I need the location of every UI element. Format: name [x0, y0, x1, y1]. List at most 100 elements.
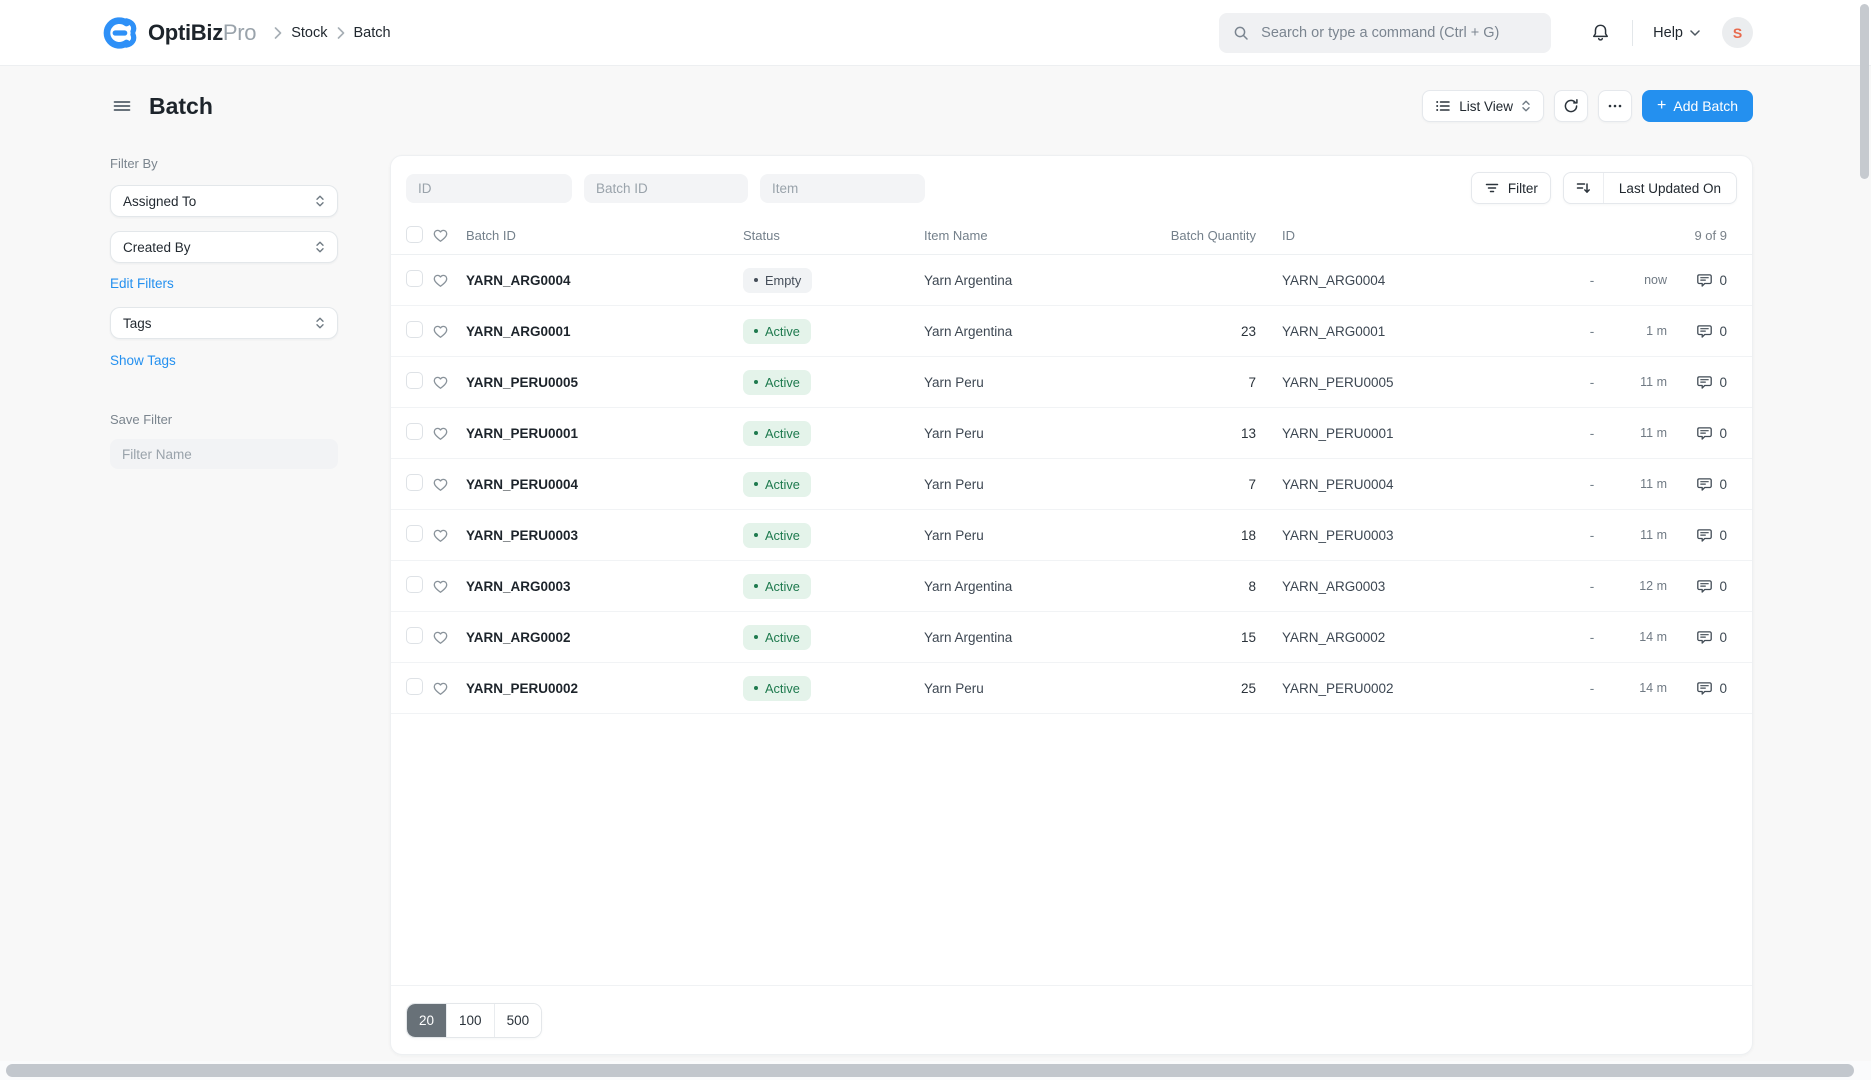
status-label: Active: [765, 477, 800, 492]
page-length-option[interactable]: 500: [495, 1004, 542, 1037]
select-caret-icon: [315, 240, 325, 254]
sidebar-toggle-button[interactable]: [110, 94, 134, 118]
add-batch-button[interactable]: + Add Batch: [1642, 90, 1753, 122]
page-title: Batch: [149, 93, 213, 120]
assignment-placeholder: -: [1577, 528, 1607, 543]
user-avatar[interactable]: S: [1722, 17, 1753, 48]
batch-id-filter-input[interactable]: [584, 174, 748, 203]
batch-id-link[interactable]: YARN_PERU0004: [466, 477, 736, 492]
row-checkbox[interactable]: [406, 474, 423, 491]
view-switcher-button[interactable]: List View: [1422, 90, 1544, 122]
assignment-placeholder: -: [1577, 426, 1607, 441]
heart-icon: [432, 476, 449, 493]
batch-id-link[interactable]: YARN_ARG0003: [466, 579, 736, 594]
filter-name-input[interactable]: [110, 439, 338, 469]
notifications-button[interactable]: [1587, 19, 1614, 46]
sort-field-button[interactable]: Last Updated On: [1604, 173, 1736, 203]
like-button[interactable]: [432, 425, 466, 442]
last-modified-time: 12 m: [1607, 579, 1667, 593]
show-tags-link[interactable]: Show Tags: [110, 353, 176, 368]
more-actions-button[interactable]: [1598, 90, 1632, 122]
avatar-initial: S: [1733, 25, 1742, 41]
row-checkbox[interactable]: [406, 525, 423, 542]
tags-select[interactable]: Tags: [110, 307, 338, 339]
comment-icon: [1696, 578, 1713, 595]
row-checkbox[interactable]: [406, 678, 423, 695]
item-name-cell: Yarn Peru: [916, 681, 1156, 696]
comment-icon: [1696, 374, 1713, 391]
row-checkbox[interactable]: [406, 423, 423, 440]
batch-id-link[interactable]: YARN_PERU0002: [466, 681, 736, 696]
status-label: Active: [765, 681, 800, 696]
like-button[interactable]: [432, 680, 466, 697]
table-row[interactable]: YARN_ARG0004 Empty Yarn Argentina YARN_A…: [391, 255, 1752, 306]
sort-direction-button[interactable]: [1564, 173, 1604, 203]
brand-logo[interactable]: OptiBizPro: [100, 14, 256, 52]
batch-id-link[interactable]: YARN_ARG0002: [466, 630, 736, 645]
row-checkbox[interactable]: [406, 576, 423, 593]
batch-quantity-cell: 13: [1156, 426, 1256, 441]
status-label: Active: [765, 426, 800, 441]
table-row[interactable]: YARN_PERU0001 Active Yarn Peru 13 YARN_P…: [391, 408, 1752, 459]
filter-button[interactable]: Filter: [1471, 172, 1551, 204]
status-badge: Active: [743, 676, 811, 701]
page-length-option[interactable]: 20: [407, 1004, 447, 1037]
created-by-select[interactable]: Created By: [110, 231, 338, 263]
table-row[interactable]: YARN_ARG0001 Active Yarn Argentina 23 YA…: [391, 306, 1752, 357]
help-menu[interactable]: Help: [1651, 21, 1702, 45]
id-cell: YARN_PERU0003: [1282, 528, 1432, 543]
like-button[interactable]: [432, 578, 466, 595]
batch-id-link[interactable]: YARN_ARG0001: [466, 324, 736, 339]
item-filter-input[interactable]: [760, 174, 925, 203]
batch-id-link[interactable]: YARN_PERU0005: [466, 375, 736, 390]
id-filter-input[interactable]: [406, 174, 572, 203]
like-button[interactable]: [432, 323, 466, 340]
like-button[interactable]: [432, 374, 466, 391]
like-button[interactable]: [432, 272, 466, 289]
page-length-option[interactable]: 100: [447, 1004, 495, 1037]
breadcrumb-item-batch[interactable]: Batch: [354, 25, 391, 41]
table-row[interactable]: YARN_ARG0002 Active Yarn Argentina 15 YA…: [391, 612, 1752, 663]
horizontal-scrollbar-track: [0, 1061, 1871, 1080]
tags-label: Tags: [123, 316, 152, 331]
batch-id-link[interactable]: YARN_PERU0001: [466, 426, 736, 441]
add-batch-label: Add Batch: [1673, 98, 1738, 114]
row-checkbox[interactable]: [406, 627, 423, 644]
comment-count-value: 0: [1719, 681, 1727, 696]
filter-sidebar: Filter By Assigned To Created By Edit Fi…: [110, 150, 338, 469]
assigned-to-select[interactable]: Assigned To: [110, 185, 338, 217]
horizontal-scrollbar[interactable]: [6, 1064, 1854, 1077]
search-input[interactable]: [1259, 24, 1537, 42]
refresh-button[interactable]: [1554, 90, 1588, 122]
status-label: Active: [765, 324, 800, 339]
comment-count: 0: [1667, 578, 1737, 595]
breadcrumb-item-stock[interactable]: Stock: [291, 25, 327, 41]
edit-filters-link[interactable]: Edit Filters: [110, 276, 174, 291]
status-label: Empty: [765, 273, 801, 288]
table-row[interactable]: YARN_PERU0002 Active Yarn Peru 25 YARN_P…: [391, 663, 1752, 714]
row-checkbox[interactable]: [406, 372, 423, 389]
table-row[interactable]: YARN_PERU0003 Active Yarn Peru 18 YARN_P…: [391, 510, 1752, 561]
table-row[interactable]: YARN_PERU0004 Active Yarn Peru 7 YARN_PE…: [391, 459, 1752, 510]
batch-id-link[interactable]: YARN_PERU0003: [466, 528, 736, 543]
row-checkbox[interactable]: [406, 270, 423, 287]
like-button[interactable]: [432, 629, 466, 646]
id-cell: YARN_PERU0002: [1282, 681, 1432, 696]
status-badge: Empty: [743, 268, 812, 293]
like-button[interactable]: [432, 476, 466, 493]
table-row[interactable]: YARN_ARG0003 Active Yarn Argentina 8 YAR…: [391, 561, 1752, 612]
global-search[interactable]: [1219, 13, 1551, 53]
comment-count-value: 0: [1719, 273, 1727, 288]
item-name-cell: Yarn Peru: [916, 477, 1156, 492]
table-row[interactable]: YARN_PERU0005 Active Yarn Peru 7 YARN_PE…: [391, 357, 1752, 408]
last-modified-time: 11 m: [1607, 528, 1667, 542]
item-name-cell: Yarn Peru: [916, 375, 1156, 390]
select-all-checkbox[interactable]: [406, 226, 423, 243]
batch-id-link[interactable]: YARN_ARG0004: [466, 273, 736, 288]
vertical-scrollbar[interactable]: [1860, 4, 1869, 179]
like-button[interactable]: [432, 527, 466, 544]
row-checkbox[interactable]: [406, 321, 423, 338]
comment-count: 0: [1667, 476, 1737, 493]
comment-count: 0: [1667, 680, 1737, 697]
item-name-cell: Yarn Argentina: [916, 273, 1156, 288]
